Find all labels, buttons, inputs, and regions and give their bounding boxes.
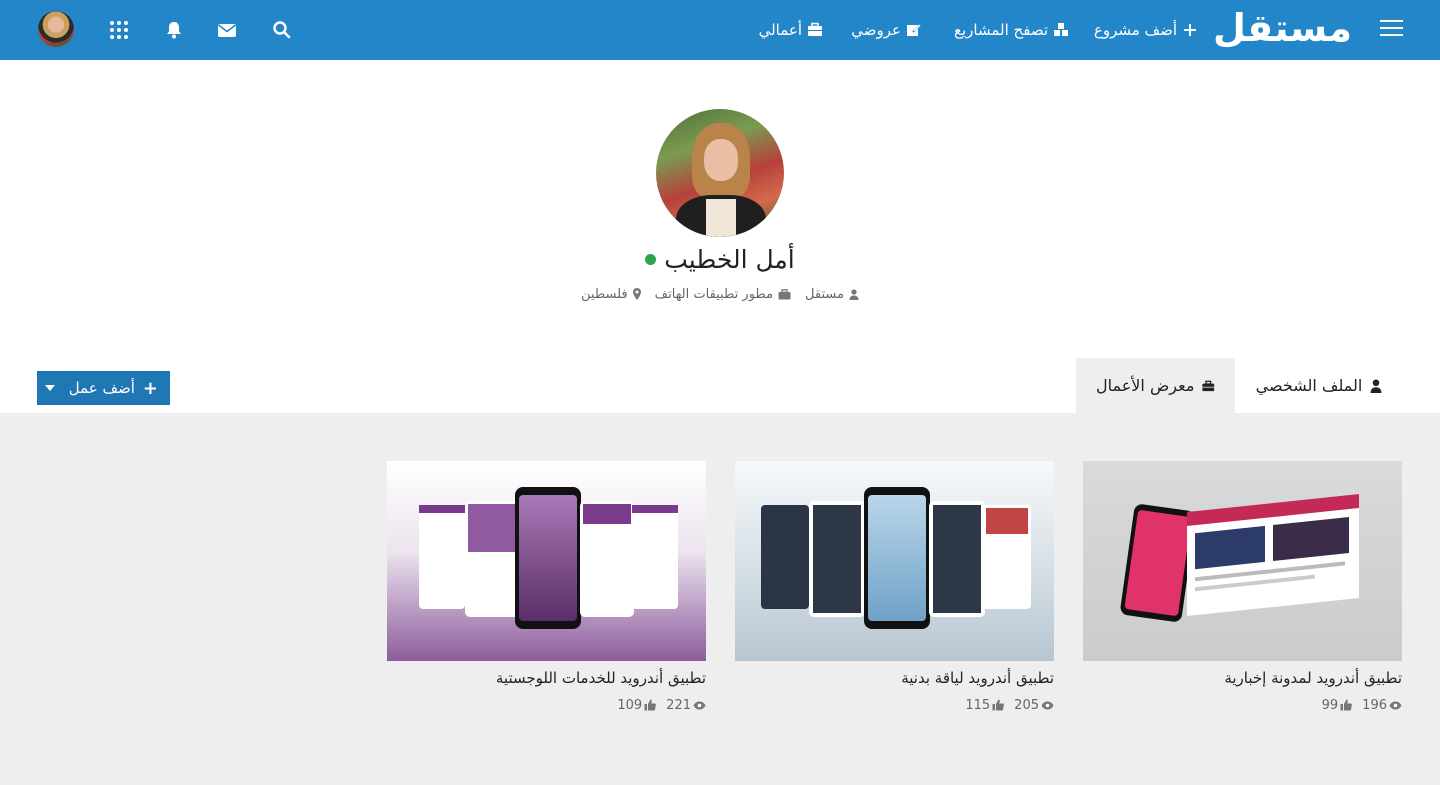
tab-profile[interactable]: الملف الشخصي — [1235, 358, 1403, 413]
work-title[interactable]: تطبيق أندرويد لياقة بدنية — [735, 669, 1054, 691]
user-icon — [849, 288, 859, 300]
nav-browse-projects-label: تصفح المشاريع — [954, 21, 1048, 39]
cubes-icon — [1053, 22, 1069, 38]
eye-icon — [1041, 701, 1054, 709]
likes-count: 99 — [1321, 697, 1339, 713]
nav-add-project-label: أضف مشروع — [1093, 21, 1177, 39]
briefcase-icon — [1202, 380, 1215, 391]
work-stats: 196 99 — [1322, 697, 1402, 713]
meta-location-text: فلسطين — [581, 286, 628, 302]
views-stat: 205 — [1014, 697, 1054, 713]
plus-icon — [1182, 22, 1198, 38]
work-card[interactable]: تطبيق أندرويد لمدونة إخبارية 196 99 — [1083, 461, 1402, 721]
work-thumbnail[interactable] — [387, 461, 706, 661]
meta-title: مطور تطبيقات الهاتف — [655, 287, 791, 302]
work-stats: 221 109 — [617, 697, 706, 713]
map-marker-icon — [632, 288, 641, 300]
tab-portfolio-label: معرض الأعمال — [1096, 376, 1195, 395]
plus-icon: + — [142, 377, 158, 399]
work-title[interactable]: تطبيق أندرويد لمدونة إخبارية — [1083, 669, 1402, 691]
work-stats: 205 115 — [965, 697, 1054, 713]
likes-stat: 115 — [965, 697, 1005, 713]
likes-stat: 109 — [617, 697, 657, 713]
nav-browse-projects[interactable]: تصفح المشاريع — [954, 18, 1069, 42]
profile-meta: مستقل مطور تطبيقات الهاتف فلسطين — [560, 284, 880, 304]
work-card[interactable]: تطبيق أندرويد للخدمات اللوجستية 221 109 — [387, 461, 706, 721]
briefcase-icon — [807, 22, 823, 38]
add-work-button[interactable]: + أضف عمل — [37, 371, 170, 405]
caret-down-icon[interactable] — [45, 385, 55, 391]
profile-avatar — [656, 109, 784, 237]
profile-tabs: الملف الشخصي معرض الأعمال — [1076, 358, 1403, 413]
nav-my-works[interactable]: أعمالي — [758, 18, 823, 42]
meta-title-text: مطور تطبيقات الهاتف — [654, 286, 774, 302]
likes-count: 115 — [965, 697, 991, 713]
menu-icon[interactable] — [1380, 20, 1403, 40]
profile-name-text: أمل الخطيب — [664, 244, 795, 274]
search-icon[interactable] — [272, 20, 292, 40]
eye-icon — [1389, 701, 1402, 709]
apps-grid-icon[interactable] — [109, 20, 129, 40]
thumbs-up-icon — [1340, 699, 1353, 711]
nav-my-works-label: أعمالي — [758, 21, 802, 39]
likes-count: 109 — [617, 697, 643, 713]
views-stat: 196 — [1362, 697, 1402, 713]
thumbs-up-icon — [992, 699, 1005, 711]
add-work-label: أضف عمل — [68, 379, 135, 397]
eye-icon — [693, 701, 706, 709]
tab-portfolio[interactable]: معرض الأعمال — [1076, 358, 1235, 413]
work-card[interactable]: تطبيق أندرويد لياقة بدنية 205 115 — [735, 461, 1054, 721]
top-navbar: مستقل أضف مشروع تصفح المشاريع عروضي أعما… — [0, 0, 1440, 60]
views-count: 221 — [666, 697, 691, 713]
work-title[interactable]: تطبيق أندرويد للخدمات اللوجستية — [387, 669, 706, 691]
bell-icon[interactable] — [164, 20, 184, 40]
briefcase-icon — [778, 288, 791, 299]
user-icon — [1370, 379, 1382, 393]
envelope-icon[interactable] — [217, 20, 237, 40]
meta-role-text: مستقل — [805, 286, 844, 302]
nav-my-offers[interactable]: عروضي — [851, 18, 922, 42]
work-thumbnail[interactable] — [1083, 461, 1402, 661]
profile-name: أمل الخطيب — [620, 240, 820, 278]
nav-add-project[interactable]: أضف مشروع — [1094, 18, 1198, 42]
meta-role: مستقل — [805, 287, 859, 302]
likes-stat: 99 — [1322, 697, 1353, 713]
views-count: 196 — [1362, 697, 1387, 713]
views-count: 205 — [1014, 697, 1039, 713]
nav-my-offers-label: عروضي — [851, 21, 901, 39]
thumbs-up-icon — [644, 699, 657, 711]
tab-profile-label: الملف الشخصي — [1255, 376, 1363, 395]
user-avatar[interactable] — [38, 11, 74, 47]
views-stat: 221 — [666, 697, 706, 713]
edit-icon — [906, 22, 922, 38]
meta-location: فلسطين — [581, 287, 641, 302]
work-thumbnail[interactable] — [735, 461, 1054, 661]
site-logo[interactable]: مستقل — [1213, 6, 1352, 50]
online-status-dot — [645, 253, 657, 265]
